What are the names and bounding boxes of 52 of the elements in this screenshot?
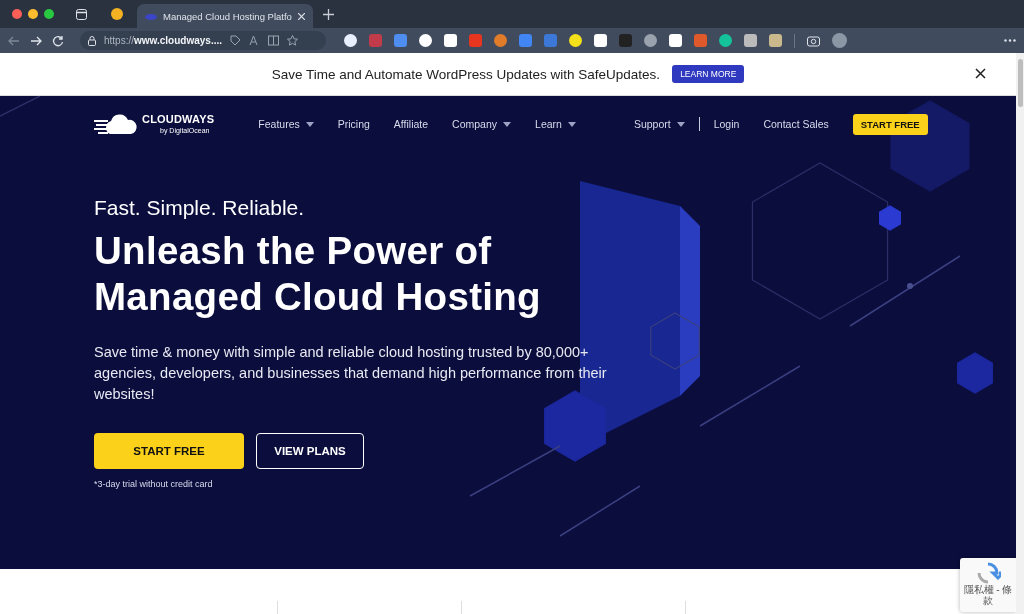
- minimize-window-button[interactable]: [28, 9, 38, 19]
- extension-icon[interactable]: [719, 34, 732, 47]
- hexagon: [957, 352, 993, 394]
- start-free-button[interactable]: START FREE: [94, 433, 244, 469]
- read-aloud-icon[interactable]: [249, 35, 260, 46]
- close-icon[interactable]: [975, 68, 986, 79]
- nav-link[interactable]: Login: [713, 118, 740, 130]
- hexagon: [650, 312, 700, 370]
- tagline: Fast. Simple. Reliable.: [94, 196, 305, 220]
- more-icon[interactable]: [1004, 39, 1016, 42]
- privacy-terms-link[interactable]: 隱私權 - 條款: [962, 584, 1014, 606]
- close-window-button[interactable]: [12, 9, 22, 19]
- hero-description: Save time & money with simple and reliable cloud hosting trusted by 80,000+ agencies, developers, and businesses that demand high performance from their websites!: [94, 343, 608, 404]
- reload-icon[interactable]: [52, 34, 64, 47]
- logo-text: CLOUDWAYS: [142, 114, 215, 125]
- reader-icon[interactable]: [268, 35, 279, 46]
- nav-link[interactable]: Affiliate: [393, 118, 429, 130]
- announcement-text: Save Time and Automate WordPress Updates with SafeUpdates.: [271, 66, 661, 82]
- start-free-button[interactable]: START FREE: [852, 113, 928, 135]
- trial-note: *3-day trial without credit card: [94, 479, 214, 489]
- zoom-window-button[interactable]: [44, 9, 54, 19]
- nav-link[interactable]: Company: [452, 118, 512, 130]
- dot: [907, 283, 913, 289]
- profile-avatar[interactable]: [832, 33, 847, 48]
- tab-panel-icon[interactable]: [76, 8, 87, 20]
- nav-link[interactable]: Contact Sales: [763, 118, 829, 130]
- extension-icon[interactable]: [569, 34, 582, 47]
- new-tab-icon[interactable]: [322, 8, 334, 20]
- tag-icon[interactable]: [230, 35, 241, 46]
- lock-icon: [88, 35, 96, 46]
- forward-icon[interactable]: [30, 35, 42, 46]
- scrollbar-thumb[interactable]: [1017, 59, 1023, 107]
- recaptcha-icon: [975, 562, 1001, 584]
- address-bar[interactable]: https://www.cloudways....: [80, 31, 326, 50]
- nav-link[interactable]: Support: [633, 118, 685, 130]
- favicon-icon: [111, 8, 123, 20]
- learn-more-button[interactable]: LEARN MORE: [672, 65, 745, 83]
- nav-link[interactable]: Pricing: [337, 118, 370, 130]
- extension-icon[interactable]: [344, 34, 357, 47]
- browser-tab[interactable]: Managed Cloud Hosting Platfo: [137, 4, 313, 28]
- favorite-star-icon[interactable]: [287, 35, 298, 46]
- nav-link[interactable]: Learn: [535, 118, 576, 130]
- streak-line: [0, 96, 41, 117]
- cloud-logo-icon: [94, 113, 138, 135]
- extension-icon[interactable]: [419, 34, 432, 47]
- screenshot-icon[interactable]: [807, 34, 820, 47]
- back-icon[interactable]: [8, 35, 20, 46]
- hero-heading: Unleash the Power of: [94, 228, 492, 274]
- hero-heading: Managed Cloud Hosting: [94, 274, 541, 320]
- view-plans-button[interactable]: VIEW PLANS: [256, 433, 364, 469]
- recaptcha-badge[interactable]: 隱私權 - 條款: [960, 558, 1016, 612]
- nav-link[interactable]: Features: [258, 118, 314, 130]
